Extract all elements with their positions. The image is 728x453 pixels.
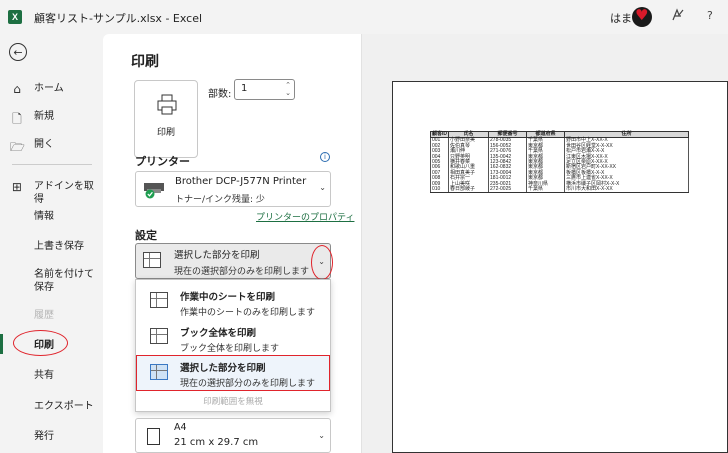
sidebar-item-get-addins[interactable]: ⊞ アドインを取得	[0, 180, 103, 206]
menu-item-sub: 現在の選択部分のみを印刷します	[180, 379, 316, 389]
sidebar-item-home[interactable]: ⌂ ホーム	[0, 82, 103, 96]
sidebar-item-label: 共有	[34, 370, 54, 381]
user-name[interactable]: はま	[610, 10, 632, 26]
copies-stepper[interactable]: 1 ⌃ ⌄	[234, 79, 295, 100]
preview-page: 顧客ID 氏名 郵便番号 都道府県 住所 001 小野田奈美 278-0035 千葉県…	[392, 81, 728, 453]
menu-item-print-active-sheet[interactable]: 作業中のシートを印刷 作業中のシートのみを印刷します	[136, 284, 330, 320]
sidebar-item-label: 新規	[34, 111, 54, 122]
printer-icon	[156, 94, 178, 115]
chevron-down-icon: ⌄	[318, 431, 325, 440]
copilot-icon[interactable]	[670, 7, 686, 27]
sidebar-item-info[interactable]: 情報	[0, 210, 103, 223]
addins-icon: ⊞	[11, 180, 22, 194]
sidebar-item-label: 履歴	[34, 310, 54, 321]
sidebar-item-label: 情報	[34, 211, 54, 222]
copies-value: 1	[241, 83, 248, 94]
menu-item-print-selection[interactable]: 選択した部分を印刷 現在の選択部分のみを印刷します	[136, 355, 330, 391]
title-bar: X 顧客リスト-サンプル.xlsx - Excel はま ?	[0, 0, 728, 34]
table-cell: 千葉県	[526, 186, 566, 194]
sidebar-item-new[interactable]: 🗋 新規	[0, 110, 103, 131]
sidebar-item-publish[interactable]: 発行	[0, 430, 103, 443]
highlight-ellipse	[13, 330, 68, 356]
print-what-menu: 作業中のシートを印刷 作業中のシートのみを印刷します ブック全体を印刷 ブック全…	[135, 279, 331, 412]
print-pane: 印刷 印刷 部数: 1 ⌃ ⌄ プリンター i Brother DCP-J577N…	[103, 34, 728, 453]
excel-logo-icon: X	[8, 10, 22, 24]
sidebar-item-share[interactable]: 共有	[0, 369, 103, 382]
page-title: 印刷	[131, 54, 159, 70]
chevron-down-icon: ⌄	[319, 183, 326, 192]
sidebar-item-history: 履歴	[0, 309, 103, 322]
folder-open-icon: 🗁	[10, 140, 25, 154]
printer-status: トナー/インク残量: 少	[175, 195, 265, 205]
table-cell: 春日部綾子	[448, 186, 490, 194]
table-cell: 市川市大和田X-X-XX	[564, 186, 690, 194]
print-button[interactable]: 印刷	[134, 80, 198, 158]
table-cell: 010	[429, 186, 450, 194]
paper-size: A4	[174, 422, 187, 433]
spinner-arrows-icon[interactable]: ⌃ ⌄	[285, 81, 291, 97]
printer-select[interactable]: Brother DCP-J577N Printer トナー/インク残量: 少 ⌄	[135, 171, 331, 207]
preview-table: 顧客ID 氏名 郵便番号 都道府県 住所 001 小野田奈美 278-0035 千葉県…	[429, 130, 690, 194]
paper-size-select[interactable]: A4 21 cm x 29.7 cm ⌄	[135, 418, 331, 453]
table-row: 010 春日部綾子 272-0025 千葉県 市川市大和田X-X-XX	[429, 186, 690, 194]
print-button-label: 印刷	[156, 128, 175, 138]
print-what-dropdown[interactable]: 選択した部分を印刷 現在の選択部分のみを印刷します ⌄	[135, 243, 331, 279]
menu-item-sub: ブック全体を印刷します	[180, 344, 280, 354]
sidebar-item-label: 上書き保存	[34, 241, 84, 252]
avatar[interactable]	[632, 6, 652, 27]
home-icon: ⌂	[13, 82, 21, 96]
menu-item-sub: 作業中のシートのみを印刷します	[180, 308, 316, 318]
sidebar-item-label: ホーム	[34, 83, 64, 94]
sidebar-item-save-as[interactable]: 名前を付けて保存	[0, 268, 98, 294]
paper-dimensions: 21 cm x 29.7 cm	[174, 437, 259, 448]
dropdown-selected-title: 選択した部分を印刷	[174, 250, 260, 261]
selection-grid-icon	[150, 364, 168, 380]
printer-section-title: プリンター	[135, 155, 190, 168]
menu-item-print-workbook[interactable]: ブック全体を印刷 ブック全体を印刷します	[136, 320, 330, 356]
menu-item-title: ブック全体を印刷	[180, 328, 257, 339]
menu-item-title: 作業中のシートを印刷	[180, 292, 276, 303]
sidebar-item-save[interactable]: 上書き保存	[0, 240, 103, 253]
printer-properties-link[interactable]: プリンターのプロパティ	[256, 210, 354, 223]
sidebar-item-label: エクスポート	[34, 401, 94, 412]
sheet-grid-icon	[150, 292, 168, 308]
print-preview: 顧客ID 氏名 郵便番号 都道府県 住所 001 小野田奈美 278-0035 千葉県…	[362, 34, 728, 453]
workbook-grid-icon	[150, 328, 168, 344]
info-icon[interactable]: i	[320, 152, 330, 162]
settings-section-title: 設定	[135, 229, 157, 242]
sidebar-divider	[12, 164, 92, 165]
dropdown-selected-sub: 現在の選択部分のみを印刷します	[174, 267, 310, 277]
table-cell: 272-0025	[488, 186, 528, 194]
window-title: 顧客リスト-サンプル.xlsx - Excel	[34, 12, 203, 25]
back-arrow-icon[interactable]: ←	[9, 43, 27, 61]
paper-icon	[147, 428, 160, 445]
sidebar-item-label: 開く	[34, 139, 54, 150]
backstage-sidebar: ← ⌂ ホーム 🗋 新規 🗁 開く ⊞ アドインを取得 情報 上書き保存 名前を…	[0, 34, 103, 453]
help-icon[interactable]: ?	[707, 9, 713, 22]
highlight-ellipse	[311, 245, 333, 280]
sidebar-item-open[interactable]: 🗁 開く	[0, 138, 103, 159]
selection-grid-icon	[143, 252, 161, 268]
printer-ready-icon	[143, 180, 165, 204]
copies-label: 部数:	[208, 89, 232, 100]
sidebar-item-export[interactable]: エクスポート	[0, 400, 103, 413]
sidebar-item-label: アドインを取得	[33, 181, 94, 205]
printer-name: Brother DCP-J577N Printer	[175, 176, 307, 187]
menu-item-title: 選択した部分を印刷	[180, 363, 266, 374]
sidebar-item-label: 発行	[34, 431, 54, 442]
ignore-print-area-option: 印刷範囲を無視	[203, 397, 263, 407]
new-document-icon: 🗋	[12, 112, 22, 126]
sidebar-item-label: 名前を付けて保存	[34, 269, 94, 293]
